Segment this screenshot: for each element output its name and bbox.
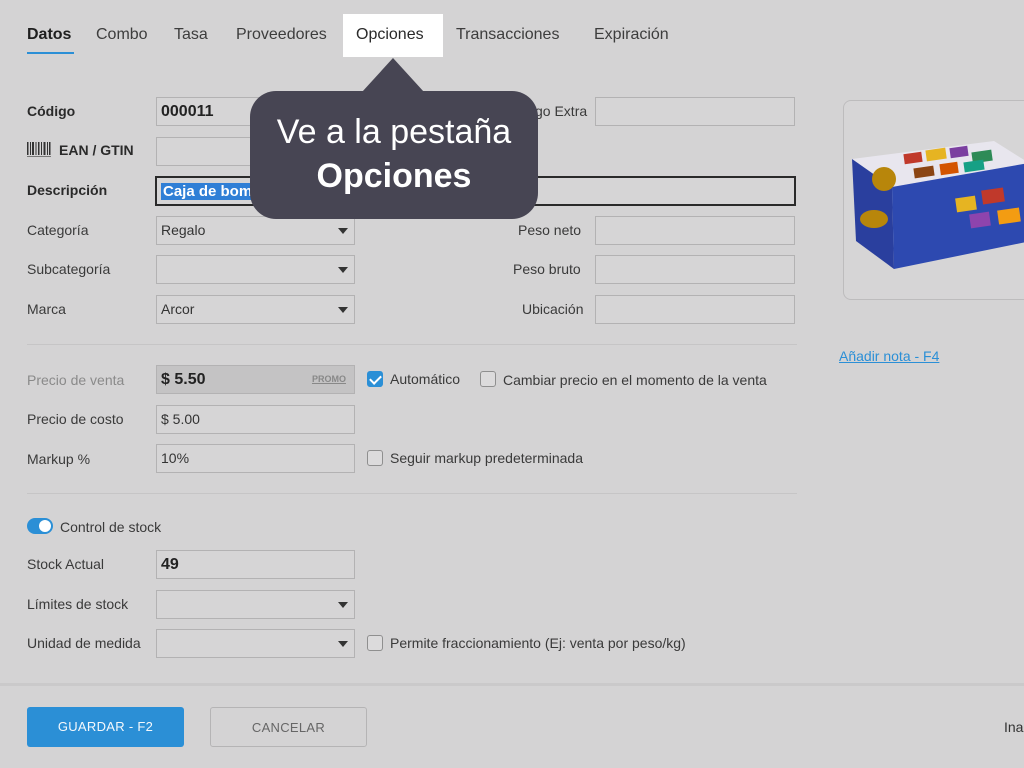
footer-trailing-text: Ina: [1004, 719, 1024, 735]
chevron-down-icon: [338, 307, 348, 313]
peso-neto-input[interactable]: [595, 216, 795, 245]
codigo-extra-label: go Extra: [535, 103, 588, 119]
cambiar-precio-label: Cambiar precio en el momento de la venta: [503, 372, 767, 388]
categoria-label: Categoría: [27, 222, 89, 238]
chevron-down-icon: [338, 228, 348, 234]
section-divider: [27, 493, 797, 494]
chevron-down-icon: [338, 641, 348, 647]
footer-divider: [0, 683, 1024, 686]
chevron-down-icon: [338, 602, 348, 608]
categoria-value: Regalo: [161, 222, 206, 238]
control-stock-label: Control de stock: [60, 519, 162, 535]
codigo-extra-input[interactable]: [595, 97, 795, 126]
chevron-down-icon: [338, 267, 348, 273]
tab-expiracion[interactable]: Expiración: [594, 26, 669, 44]
precio-venta-input[interactable]: $ 5.50 PROMO: [156, 365, 355, 394]
callout-line-1: Ve a la pestaña: [276, 113, 512, 151]
seguir-markup-label: Seguir markup predeterminada: [390, 450, 583, 466]
tab-combo[interactable]: Combo: [96, 26, 148, 44]
product-image-card[interactable]: [843, 100, 1024, 300]
subcategoria-label: Subcategoría: [27, 261, 111, 277]
stock-actual-input[interactable]: 49: [156, 550, 355, 579]
categoria-select[interactable]: Regalo: [156, 216, 355, 245]
ean-label: EAN / GTIN: [59, 142, 134, 158]
precio-venta-value: $ 5.50: [161, 371, 206, 388]
tab-opciones-highlight[interactable]: Opciones: [343, 14, 443, 57]
barcode-icon: [27, 142, 51, 158]
stock-actual-label: Stock Actual: [27, 556, 105, 572]
callout-arrow: [362, 58, 424, 92]
unidad-medida-label: Unidad de medida: [27, 635, 141, 651]
marca-select[interactable]: Arcor: [156, 295, 355, 324]
fraccionamiento-label: Permite fraccionamiento (Ej: venta por p…: [390, 635, 686, 651]
tab-datos[interactable]: Datos: [27, 26, 71, 44]
limites-stock-select[interactable]: [156, 590, 355, 619]
tab-proveedores[interactable]: Proveedores: [236, 26, 327, 44]
add-note-link[interactable]: Añadir nota - F4: [839, 348, 939, 364]
cambiar-precio-checkbox[interactable]: [480, 371, 496, 387]
callout-line-2: Opciones: [316, 157, 472, 195]
precio-costo-label: Precio de costo: [27, 411, 124, 427]
limites-stock-label: Límites de stock: [27, 596, 129, 612]
markup-label: Markup %: [27, 451, 91, 467]
ubicacion-input[interactable]: [595, 295, 795, 324]
promo-link[interactable]: PROMO: [312, 366, 346, 393]
subcategoria-select[interactable]: [156, 255, 355, 284]
cancel-button[interactable]: CANCELAR: [210, 707, 367, 747]
precio-venta-label: Precio de venta: [27, 372, 125, 388]
save-button[interactable]: GUARDAR - F2: [27, 707, 184, 747]
unidad-medida-select[interactable]: [156, 629, 355, 658]
precio-costo-input[interactable]: $ 5.00: [156, 405, 355, 434]
codigo-label: Código: [27, 103, 76, 119]
tutorial-callout: Ve a la pestaña Opciones: [250, 91, 538, 219]
ubicacion-label: Ubicación: [522, 301, 584, 317]
fraccionamiento-checkbox[interactable]: [367, 635, 383, 651]
section-divider: [27, 344, 797, 345]
marca-value: Arcor: [161, 301, 195, 317]
descripcion-selected-text: Caja de bom: [161, 183, 255, 200]
marca-label: Marca: [27, 301, 66, 317]
tab-transacciones[interactable]: Transacciones: [456, 26, 559, 44]
automatico-checkbox[interactable]: [367, 371, 383, 387]
automatico-label: Automático: [390, 371, 461, 387]
tab-tasa[interactable]: Tasa: [174, 26, 208, 44]
peso-neto-label: Peso neto: [518, 222, 582, 238]
control-stock-toggle[interactable]: [27, 518, 53, 534]
peso-bruto-input[interactable]: [595, 255, 795, 284]
seguir-markup-checkbox[interactable]: [367, 450, 383, 466]
descripcion-label: Descripción: [27, 182, 108, 198]
active-tab-indicator: [27, 52, 74, 54]
peso-bruto-label: Peso bruto: [513, 261, 581, 277]
tab-opciones[interactable]: Opciones: [356, 26, 424, 44]
markup-input[interactable]: 10%: [156, 444, 355, 473]
product-box-image: [852, 141, 1024, 269]
